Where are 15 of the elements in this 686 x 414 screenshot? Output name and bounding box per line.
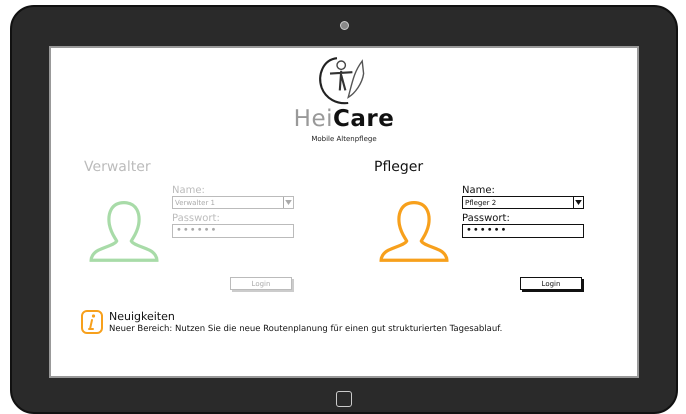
camera-icon [340,21,348,30]
caret-icon [573,197,583,208]
panel-title: Verwalter [84,159,152,175]
field-label: Name: [172,185,206,196]
home-button[interactable] [336,391,352,407]
password-field[interactable]: •••••• [462,224,584,238]
caret-icon [283,197,293,208]
logo-text: HeiCare [294,108,394,131]
field-label: Passwort: [462,213,511,224]
panel-title: Pfleger [374,159,424,175]
field-label: Passwort: [172,213,221,224]
news-text: Neuer Bereich: Nutzen Sie die neue Routenplanung für einen gut strukturierten Tagesablauf. [109,324,502,334]
field-label: Name: [462,185,496,196]
news-title: Neuigkeiten [109,310,176,323]
info-icon [81,310,103,334]
